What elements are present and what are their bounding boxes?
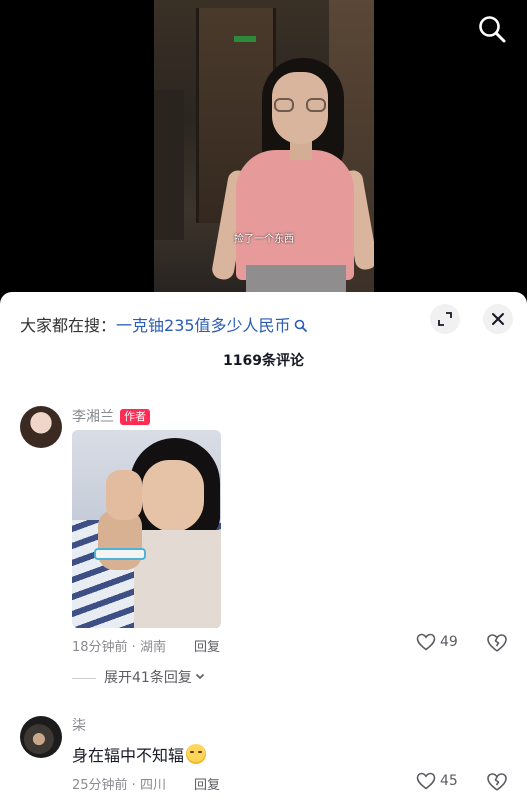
like-button[interactable]: 49 (416, 633, 458, 651)
dislike-button[interactable] (486, 772, 508, 794)
video-bg-shelf (154, 90, 184, 240)
photo-fist (106, 470, 142, 520)
comment-username[interactable]: 柒 (72, 715, 86, 735)
video-person-shirt (236, 150, 354, 280)
heart-icon (416, 772, 436, 790)
chevron-down-icon (194, 670, 206, 686)
expand-replies-button[interactable]: 展开41条回复 (72, 667, 206, 687)
video-person-glasses (274, 98, 326, 112)
like-count: 49 (440, 634, 458, 650)
close-button[interactable] (483, 304, 513, 334)
broken-heart-icon (487, 634, 507, 652)
expand-icon (438, 312, 452, 326)
broken-heart-icon (487, 773, 507, 791)
search-small-icon (294, 317, 307, 336)
comment-username[interactable]: 李湘兰 作者 (72, 406, 150, 426)
comment-text: 身在辐中不知辐 (72, 742, 207, 766)
photo-face (142, 460, 204, 532)
smiling-emoji-icon (186, 744, 207, 764)
trending-prefix: 大家都在搜： (20, 316, 117, 335)
reply-button[interactable]: 回复 (194, 778, 220, 793)
comment-count: 1169条评论 (223, 353, 304, 369)
video-subtitle: 捡了一个东西 (234, 234, 294, 245)
expand-button[interactable] (430, 304, 460, 334)
video-frame: 捡了一个东西 (154, 0, 374, 300)
comment-time-location: 25分钟前 · 四川 (72, 778, 166, 793)
divider-line (72, 677, 96, 679)
search-button[interactable] (477, 14, 507, 44)
comment-meta: 18分钟前 · 湖南 回复 (72, 636, 220, 655)
photo-wristband (94, 548, 146, 560)
video-bg-sign (234, 36, 256, 42)
reply-button[interactable]: 回复 (194, 640, 220, 655)
like-count: 45 (440, 773, 458, 789)
comment-text-content: 身在辐中不知辐 (72, 746, 185, 765)
dislike-button[interactable] (486, 633, 508, 655)
comments-sheet: 大家都在搜：一克铀235值多少人民币 1169条评论 李湘兰 作者 18分钟前 ·… (0, 292, 527, 800)
trending-term[interactable]: 一克铀235值多少人民币 (116, 316, 291, 335)
comment-image[interactable] (72, 430, 221, 628)
avatar[interactable] (20, 716, 62, 758)
video-player[interactable]: 捡了一个东西 (0, 0, 527, 300)
heart-icon (416, 633, 436, 651)
comment-username-text: 李湘兰 (72, 409, 114, 425)
author-badge: 作者 (120, 409, 150, 425)
close-icon (492, 313, 504, 325)
comment-time-location: 18分钟前 · 湖南 (72, 640, 166, 655)
avatar[interactable] (20, 406, 62, 448)
photo-shirt (134, 530, 221, 628)
search-icon (479, 16, 506, 43)
like-button[interactable]: 45 (416, 772, 458, 790)
comment-meta: 25分钟前 · 四川 回复 (72, 774, 220, 793)
expand-replies-label: 展开41条回复 (104, 670, 192, 686)
trending-search[interactable]: 大家都在搜：一克铀235值多少人民币 (20, 312, 307, 336)
